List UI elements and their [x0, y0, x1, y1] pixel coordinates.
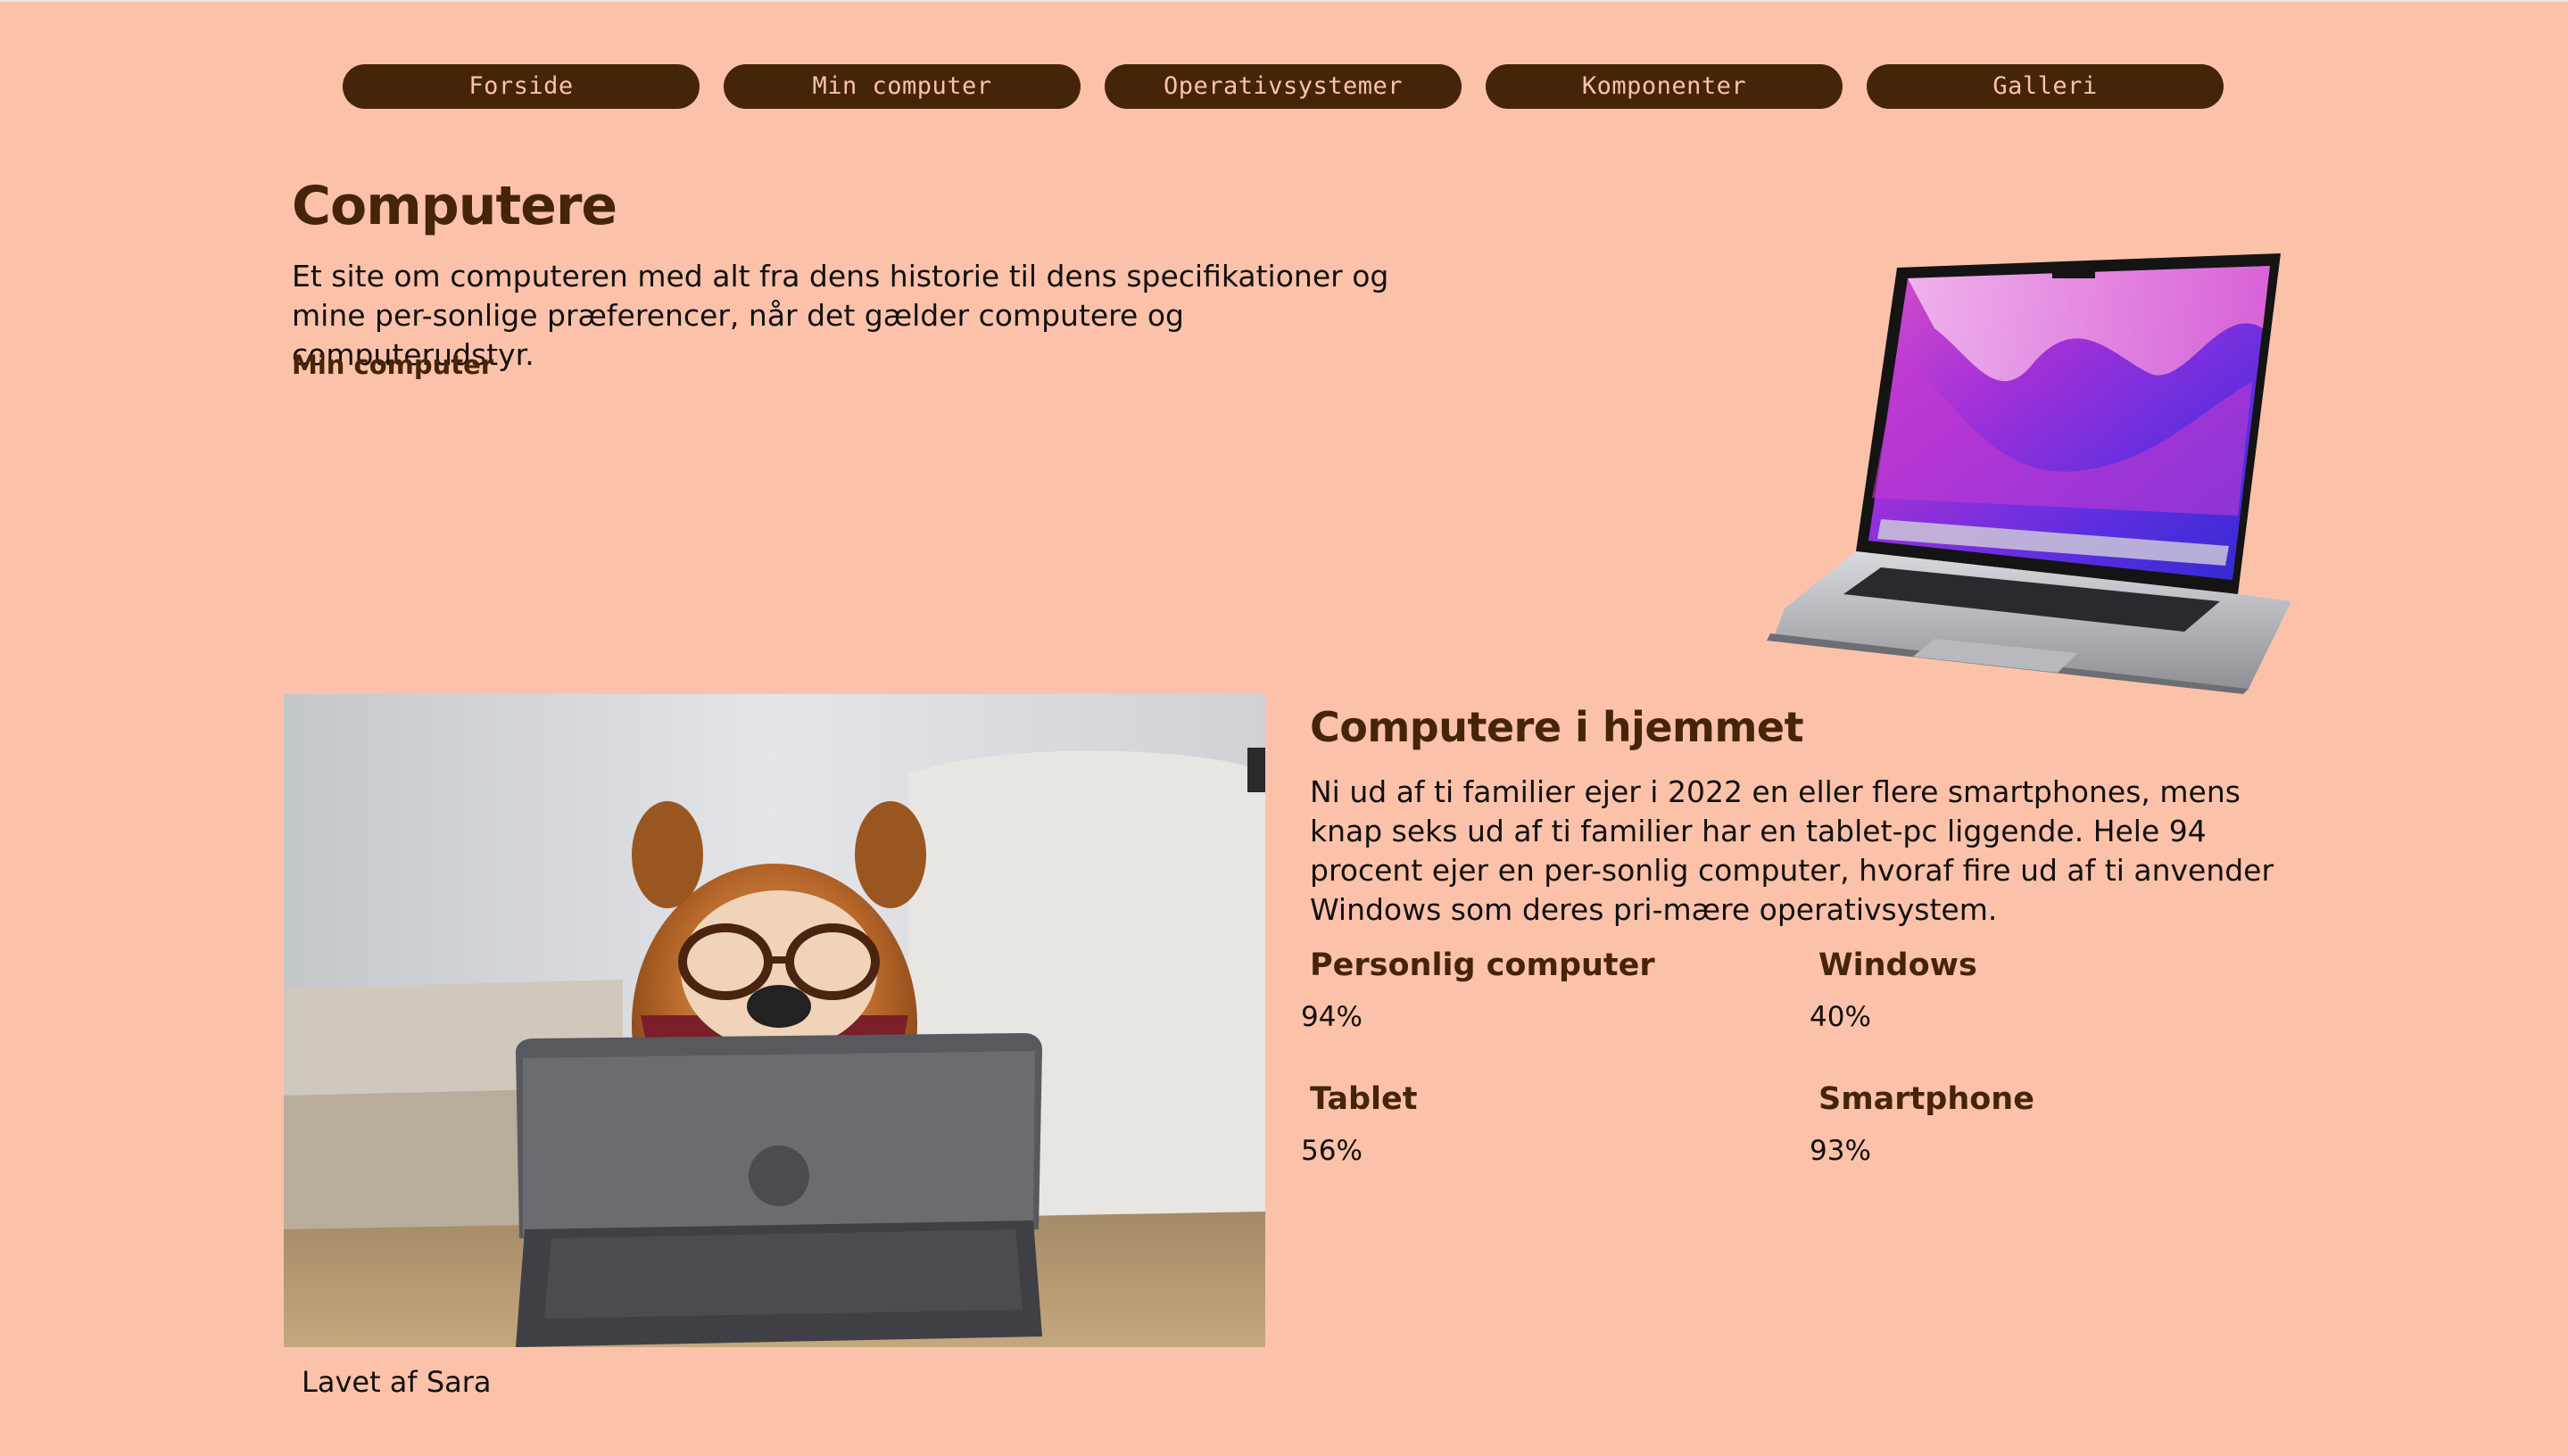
top-border [0, 0, 2568, 2]
nav-komponenter-button[interactable]: Komponenter [1486, 64, 1843, 109]
stat-label-personlig-computer: Personlig computer [1310, 947, 1655, 983]
laptop-image [1613, 248, 2291, 694]
stat-label-smartphone: Smartphone [1818, 1081, 2034, 1117]
section-title: Computere i hjemmet [1310, 703, 1804, 751]
nav-min-computer-button[interactable]: Min computer [724, 64, 1081, 109]
stat-label-windows: Windows [1818, 947, 1977, 983]
stat-value-personlig-computer: 94% [1301, 1001, 1363, 1033]
nav-forside-button[interactable]: Forside [343, 64, 700, 109]
footer-credit: Lavet af Sara [302, 1365, 492, 1399]
nav-galleri-button[interactable]: Galleri [1867, 64, 2224, 109]
stat-value-smartphone: 93% [1810, 1135, 1871, 1167]
min-computer-link[interactable]: Min computer [292, 350, 493, 380]
nav-operativsystemer-button[interactable]: Operativsystemer [1105, 64, 1462, 109]
stat-label-tablet: Tablet [1310, 1081, 1418, 1117]
stat-value-windows: 40% [1810, 1001, 1871, 1033]
section-description: Ni ud af ti familier ejer i 2022 en elle… [1310, 774, 2274, 927]
main-nav: Forside Min computer Operativsystemer Ko… [343, 64, 2224, 109]
page-title: Computere [292, 175, 617, 237]
dog-with-tablet-photo [284, 694, 1265, 1347]
stat-value-tablet: 56% [1301, 1135, 1363, 1167]
